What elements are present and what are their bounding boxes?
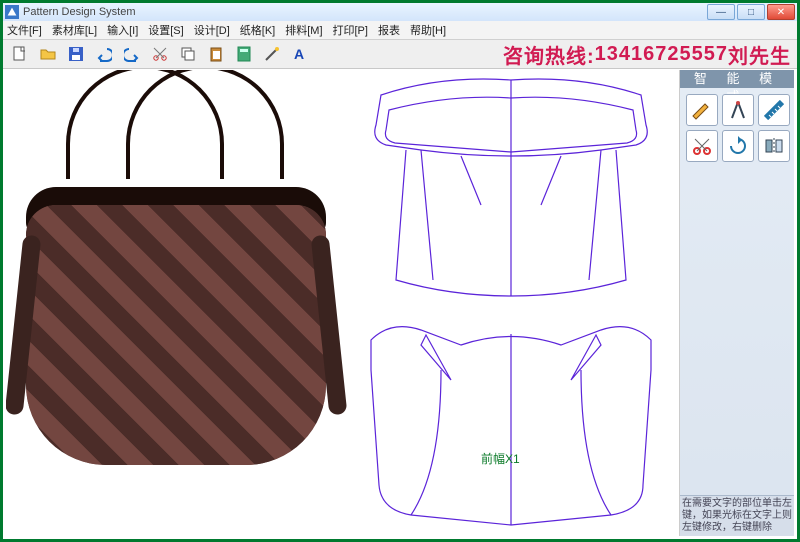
tool-compass[interactable]: [722, 94, 754, 126]
tool-scissors[interactable]: [686, 130, 718, 162]
copy-button[interactable]: [175, 41, 201, 67]
maximize-button[interactable]: □: [737, 4, 765, 20]
menu-help[interactable]: 帮助[H]: [410, 22, 446, 38]
canvas[interactable]: 前幅X1: [6, 70, 680, 536]
disk-icon: [68, 46, 84, 62]
menu-bar: 文件[F] 素材库[L] 输入[I] 设置[S] 设计[D] 纸格[K] 排料[…: [3, 21, 797, 40]
pattern-piece-front[interactable]: [351, 310, 671, 530]
scissors-icon: [152, 46, 168, 62]
menu-file[interactable]: 文件[F]: [7, 22, 42, 38]
tool-ruler[interactable]: [758, 94, 790, 126]
pencil-icon: [692, 100, 712, 120]
piece-label: 前幅X1: [481, 450, 520, 467]
mirror-icon: [764, 136, 784, 156]
toolbar: A 咨询热线: 13416725557 刘先生: [3, 40, 797, 69]
new-button[interactable]: [7, 41, 33, 67]
scissors-icon: [692, 136, 712, 156]
promo-phone: 13416725557: [595, 43, 728, 66]
paste-button[interactable]: [203, 41, 229, 67]
title-bar: Pattern Design System — □ ✕: [3, 3, 797, 21]
menu-design[interactable]: 设计[D]: [194, 22, 230, 38]
save-button[interactable]: [63, 41, 89, 67]
menu-input[interactable]: 输入[I]: [107, 22, 138, 38]
calc-button[interactable]: [231, 41, 257, 67]
undo-icon: [96, 46, 112, 62]
side-panel-header: 智 能 模 式: [680, 70, 794, 88]
tool-pencil[interactable]: [686, 94, 718, 126]
promo-prefix: 咨询热线:: [503, 40, 595, 69]
text-icon: A: [292, 46, 308, 62]
menu-settings[interactable]: 设置[S]: [148, 22, 183, 38]
promo-banner: 咨询热线: 13416725557 刘先生: [503, 40, 791, 68]
bag-body: [26, 205, 326, 465]
compass-icon: [728, 100, 748, 120]
redo-button[interactable]: [119, 41, 145, 67]
redo-icon: [124, 46, 140, 62]
open-button[interactable]: [35, 41, 61, 67]
rotate-icon: [728, 136, 748, 156]
side-panel: 智 能 模 式 在需要文字的部位单击左键，如果光标在文字上则左键修改，右键删除: [680, 70, 794, 536]
undo-button[interactable]: [91, 41, 117, 67]
bag-handle: [126, 70, 284, 179]
reference-photo: [16, 125, 336, 505]
svg-text:A: A: [294, 46, 304, 62]
text-button[interactable]: A: [287, 41, 313, 67]
calculator-icon: [236, 46, 252, 62]
window-title: Pattern Design System: [23, 6, 136, 18]
copy-icon: [180, 46, 196, 62]
menu-library[interactable]: 素材库[L]: [52, 22, 97, 38]
menu-grid[interactable]: 纸格[K]: [240, 22, 275, 38]
menu-marker[interactable]: 排料[M]: [285, 22, 322, 38]
app-window: Pattern Design System — □ ✕ 文件[F] 素材库[L]…: [0, 0, 800, 542]
close-button[interactable]: ✕: [767, 4, 795, 20]
minimize-button[interactable]: —: [707, 4, 735, 20]
tool-mirror[interactable]: [758, 130, 790, 162]
side-tool-grid: [680, 88, 794, 168]
file-icon: [12, 46, 28, 62]
pattern-piece-top[interactable]: [351, 70, 671, 300]
app-icon: [5, 5, 19, 19]
wizard-button[interactable]: [259, 41, 285, 67]
tool-rotate[interactable]: [722, 130, 754, 162]
cut-button[interactable]: [147, 41, 173, 67]
workspace: 前幅X1 智 能 模 式 在需要文字的部位单击左键，如果光标在文字上则左键修改，…: [6, 70, 794, 536]
folder-icon: [40, 46, 56, 62]
window-buttons: — □ ✕: [707, 4, 795, 20]
promo-name: 刘先生: [728, 40, 791, 69]
ruler-icon: [764, 100, 784, 120]
paste-icon: [208, 46, 224, 62]
menu-print[interactable]: 打印[P]: [333, 22, 368, 38]
menu-report[interactable]: 报表: [378, 22, 400, 38]
wand-icon: [264, 46, 280, 62]
side-hint: 在需要文字的部位单击左键，如果光标在文字上则左键修改，右键删除: [680, 495, 794, 536]
